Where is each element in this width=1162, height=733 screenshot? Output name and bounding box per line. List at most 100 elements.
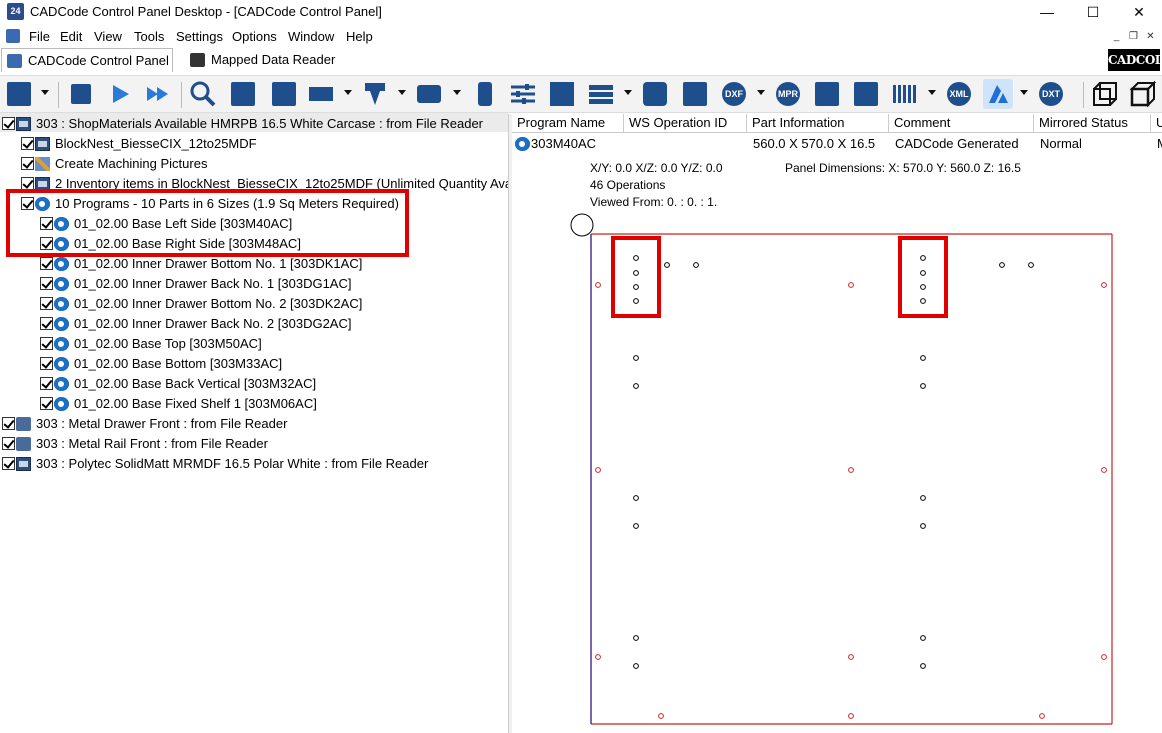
checkbox[interactable] bbox=[40, 317, 53, 330]
menu-help[interactable]: Help bbox=[346, 29, 373, 44]
close-button[interactable]: ✕ bbox=[1116, 0, 1162, 24]
gear-icon bbox=[54, 277, 69, 291]
mdi-minimize-button[interactable]: _ bbox=[1110, 30, 1123, 43]
search-report-button[interactable] bbox=[851, 79, 881, 109]
nest-button[interactable] bbox=[470, 79, 500, 109]
checkbox[interactable] bbox=[2, 117, 15, 130]
column-header-part-information[interactable]: Part Information bbox=[747, 114, 889, 133]
wireframe-box-button[interactable] bbox=[1090, 79, 1120, 109]
barcode-dropdown-icon[interactable] bbox=[928, 90, 936, 95]
checkbox[interactable] bbox=[40, 397, 53, 410]
checkbox[interactable] bbox=[2, 457, 15, 470]
column-header-mirrored-status[interactable]: Mirrored Status bbox=[1034, 114, 1151, 133]
xml-button[interactable]: XML bbox=[944, 79, 974, 109]
minimize-button[interactable]: — bbox=[1024, 0, 1070, 24]
menu-settings[interactable]: Settings bbox=[176, 29, 223, 44]
bricscad-dropdown-icon[interactable] bbox=[1020, 90, 1028, 95]
checkbox[interactable] bbox=[40, 377, 53, 390]
tree-node-label: Create Machining Pictures bbox=[55, 156, 208, 171]
panel-icon bbox=[309, 87, 333, 101]
inspect-button[interactable] bbox=[188, 79, 218, 109]
tab-cadcode-control-panel[interactable]: CADCode Control Panel bbox=[1, 48, 173, 72]
stop-icon bbox=[71, 84, 91, 104]
checkbox[interactable] bbox=[40, 297, 53, 310]
panel-button[interactable] bbox=[306, 79, 336, 109]
title-bar: 24 CADCode Control Panel Desktop - [CADC… bbox=[0, 0, 1162, 24]
tree-node-label: 01_02.00 Inner Drawer Back No. 1 [303DG1… bbox=[74, 276, 352, 291]
mdi-close-button[interactable]: ✕ bbox=[1144, 30, 1157, 43]
toolbar-separator bbox=[1083, 82, 1084, 108]
solid-box-button[interactable] bbox=[1128, 79, 1158, 109]
export-button[interactable] bbox=[680, 79, 710, 109]
tree-node-label: 303 : Polytec SolidMatt MRMDF 16.5 Polar… bbox=[36, 456, 429, 471]
fast-forward-button[interactable] bbox=[143, 79, 173, 109]
monitor-icon bbox=[231, 82, 255, 106]
label-button[interactable] bbox=[414, 79, 444, 109]
checkbox[interactable] bbox=[21, 157, 34, 170]
location-button[interactable] bbox=[269, 79, 299, 109]
gear-icon bbox=[54, 397, 69, 411]
run-button[interactable] bbox=[105, 79, 135, 109]
report-icon bbox=[815, 82, 839, 106]
barcode-button[interactable] bbox=[890, 79, 920, 109]
panel-dropdown-icon[interactable] bbox=[344, 90, 352, 95]
menu-view[interactable]: View bbox=[94, 29, 122, 44]
dxf-button[interactable]: DXF bbox=[719, 79, 749, 109]
column-header-program-name[interactable]: Program Name bbox=[512, 114, 624, 133]
label-dropdown-icon[interactable] bbox=[453, 90, 461, 95]
save-button[interactable] bbox=[4, 79, 34, 109]
settings-sliders-button[interactable] bbox=[508, 79, 538, 109]
report-button[interactable] bbox=[812, 79, 842, 109]
save-icon bbox=[7, 82, 31, 106]
puzzle-button[interactable] bbox=[640, 79, 670, 109]
view-angles: X/Y: 0.0 X/Z: 0.0 Y/Z: 0.0 bbox=[590, 161, 723, 175]
menu-tools[interactable]: Tools bbox=[134, 29, 164, 44]
checkbox[interactable] bbox=[2, 417, 15, 430]
tab-label: Mapped Data Reader bbox=[211, 52, 336, 67]
gear-icon bbox=[54, 317, 69, 331]
operation-count: 46 Operations bbox=[590, 178, 666, 192]
stop-button[interactable] bbox=[66, 79, 96, 109]
layers-dropdown-icon[interactable] bbox=[624, 90, 632, 95]
dxf-icon: DXF bbox=[722, 82, 746, 106]
search-report-icon bbox=[854, 82, 878, 106]
board-icon bbox=[35, 137, 50, 151]
label-icon bbox=[417, 85, 441, 103]
gear-icon bbox=[54, 337, 69, 351]
checkbox[interactable] bbox=[40, 357, 53, 370]
control-panel-icon bbox=[7, 54, 22, 68]
column-header-comment[interactable]: Comment bbox=[889, 114, 1034, 133]
column-header-ws-operation-id[interactable]: WS Operation ID bbox=[624, 114, 747, 133]
map-pin-icon bbox=[272, 82, 296, 106]
layers-icon bbox=[589, 85, 613, 104]
maximize-button[interactable]: ☐ bbox=[1070, 0, 1116, 24]
dxt-button[interactable]: DXT bbox=[1036, 79, 1066, 109]
layout-button[interactable] bbox=[547, 79, 577, 109]
checkbox[interactable] bbox=[2, 437, 15, 450]
menu-edit[interactable]: Edit bbox=[60, 29, 82, 44]
menu-options[interactable]: Options bbox=[232, 29, 277, 44]
checkbox[interactable] bbox=[21, 137, 34, 150]
menu-window[interactable]: Window bbox=[288, 29, 334, 44]
mdi-restore-button[interactable]: ❐ bbox=[1127, 30, 1140, 43]
bricscad-button[interactable] bbox=[983, 79, 1013, 109]
app-menu-icon[interactable] bbox=[6, 29, 20, 43]
cell-part-information: 560.0 X 570.0 X 16.5 bbox=[753, 136, 876, 151]
drill-button[interactable] bbox=[360, 79, 390, 109]
checkbox[interactable] bbox=[40, 257, 53, 270]
tab-mapped-data-reader[interactable]: Mapped Data Reader bbox=[185, 48, 355, 72]
checkbox[interactable] bbox=[40, 337, 53, 350]
gear-icon bbox=[54, 257, 69, 271]
tree-node-label: 01_02.00 Base Fixed Shelf 1 [303M06AC] bbox=[74, 396, 317, 411]
checkbox[interactable] bbox=[40, 277, 53, 290]
drill-dropdown-icon[interactable] bbox=[398, 90, 406, 95]
dxf-dropdown-icon[interactable] bbox=[757, 90, 765, 95]
machine-button[interactable] bbox=[228, 79, 258, 109]
save-dropdown-icon[interactable] bbox=[41, 90, 49, 95]
column-header-u[interactable]: U bbox=[1151, 114, 1162, 133]
cell-mirrored-status: Normal bbox=[1040, 136, 1082, 151]
menu-file[interactable]: File bbox=[29, 29, 50, 44]
toolbar-separator bbox=[181, 82, 182, 108]
mpr-button[interactable]: MPR bbox=[773, 79, 803, 109]
layers-button[interactable] bbox=[586, 79, 616, 109]
